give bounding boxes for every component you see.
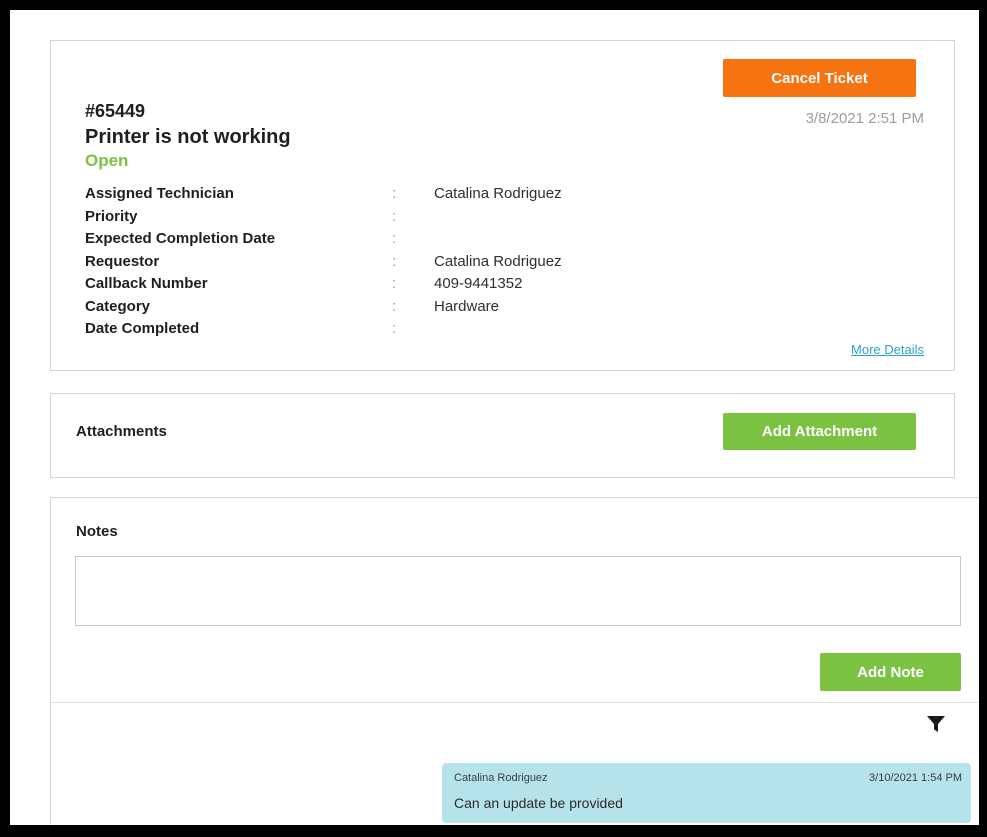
filter-icon[interactable] — [926, 714, 946, 734]
ticket-title: Printer is not working — [85, 126, 291, 148]
more-details-link[interactable]: More Details — [851, 342, 924, 357]
detail-row-requestor: Requestor : Catalina Rodriguez — [85, 251, 562, 274]
detail-row-expected-completion-date: Expected Completion Date : — [85, 228, 562, 251]
detail-separator: : — [392, 230, 397, 247]
detail-label: Priority — [85, 207, 138, 225]
detail-label: Expected Completion Date — [85, 230, 276, 247]
ticket-status: Open — [85, 151, 129, 170]
detail-value: Hardware — [434, 297, 500, 315]
detail-value — [434, 228, 562, 251]
detail-value: 409-9441352 — [434, 275, 523, 292]
detail-row-assigned-technician: Assigned Technician : Catalina Rodriguez — [85, 183, 562, 206]
detail-label: Callback Number — [85, 275, 208, 292]
add-attachment-button[interactable]: Add Attachment — [723, 413, 916, 450]
detail-separator: : — [392, 275, 397, 292]
detail-value: Catalina Rodriguez — [434, 185, 562, 202]
note-author: Catalina Rodriguez — [454, 772, 548, 784]
detail-row-callback-number: Callback Number : 409-9441352 — [85, 273, 562, 296]
attachments-card: Attachments Add Attachment — [50, 393, 955, 478]
detail-label: Assigned Technician — [85, 185, 234, 202]
detail-label: Date Completed — [85, 320, 200, 337]
detail-value — [434, 318, 562, 341]
ticket-created-date: 3/8/2021 2:51 PM — [805, 110, 924, 127]
detail-row-date-completed: Date Completed : — [85, 318, 562, 341]
ticket-page: Cancel Ticket 3/8/2021 2:51 PM #65449 Pr… — [10, 10, 979, 825]
detail-separator: : — [392, 252, 397, 270]
note-item: Catalina Rodriguez 3/10/2021 1:54 PM Can… — [442, 763, 971, 823]
detail-label: Requestor — [85, 252, 160, 270]
note-timestamp: 3/10/2021 1:54 PM — [869, 772, 962, 784]
notes-card: Notes Add Note Catalina Rodriguez 3/10/2… — [50, 497, 979, 825]
filter-icon-graphic — [927, 716, 945, 732]
detail-value — [434, 206, 562, 229]
note-text: Can an update be provided — [454, 795, 623, 811]
detail-row-priority: Priority : — [85, 206, 562, 229]
ticket-id: #65449 — [85, 101, 146, 121]
cancel-ticket-button[interactable]: Cancel Ticket — [723, 59, 916, 97]
detail-value: Catalina Rodriguez — [434, 252, 562, 270]
notes-heading: Notes — [76, 523, 118, 540]
attachments-heading: Attachments — [76, 423, 167, 440]
detail-label: Category — [85, 297, 151, 315]
detail-separator: : — [392, 297, 397, 315]
detail-separator: : — [392, 185, 397, 202]
note-input[interactable] — [75, 556, 961, 626]
add-note-button[interactable]: Add Note — [820, 653, 961, 691]
notes-divider — [51, 702, 979, 703]
ticket-details-table: Assigned Technician : Catalina Rodriguez… — [85, 183, 562, 341]
detail-separator: : — [392, 207, 397, 225]
detail-row-category: Category : Hardware — [85, 296, 562, 319]
ticket-summary-card: Cancel Ticket 3/8/2021 2:51 PM #65449 Pr… — [50, 40, 955, 371]
detail-separator: : — [392, 320, 397, 337]
